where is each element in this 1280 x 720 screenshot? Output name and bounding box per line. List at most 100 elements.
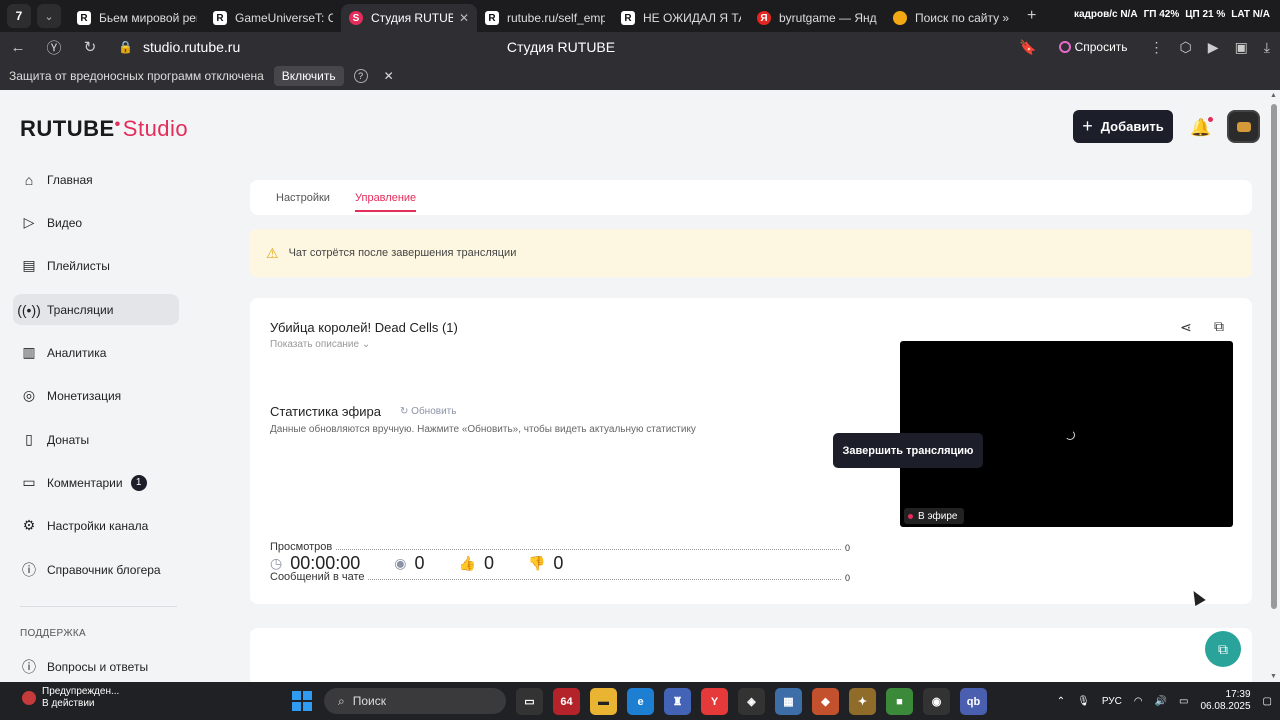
wifi-icon[interactable]: ◠ [1134, 696, 1143, 707]
sidebar-item-analytics[interactable]: ▥ Аналитика [13, 337, 179, 368]
scrollbar-thumb[interactable] [1271, 104, 1277, 609]
yandex-browser-icon[interactable]: Y [701, 688, 728, 715]
close-tab-icon[interactable]: ✕ [459, 11, 469, 25]
yandex-favicon-icon: Я [757, 11, 771, 25]
open-external-icon[interactable]: ⧉ [1214, 318, 1224, 335]
obs-icon[interactable]: ◉ [923, 688, 950, 715]
tab-settings[interactable]: Настройки [276, 192, 330, 204]
minecraft-icon[interactable]: ■ [886, 688, 913, 715]
tabs-menu-icon[interactable]: ⌄ [37, 4, 61, 28]
help-icon[interactable]: ? [353, 69, 368, 83]
browser-tab[interactable]: R НЕ ОЖИДАЛ Я ТАК [613, 4, 749, 32]
taskbar-search[interactable]: ⌕ Поиск [324, 688, 506, 714]
avatar[interactable] [1227, 110, 1260, 143]
lock-icon[interactable]: 🔒 [118, 40, 133, 54]
search-icon: ⌕ [338, 693, 345, 708]
media-icon[interactable]: ▶ [1208, 39, 1219, 56]
reload-icon[interactable]: ↻ [72, 38, 108, 56]
chevron-down-icon: ⌄ [361, 339, 371, 350]
game-icon[interactable]: ✦ [849, 688, 876, 715]
refresh-button[interactable]: ↻ Обновить [400, 406, 456, 417]
page-scrollbar[interactable]: ▲ ▼ [1268, 90, 1280, 682]
sidebar-item-monetization[interactable]: ◎ Монетизация [13, 380, 179, 411]
file-explorer-icon[interactable]: ▬ [590, 688, 617, 715]
more-icon[interactable]: ⋮ [1150, 39, 1164, 56]
scroll-down-icon[interactable]: ▼ [1270, 673, 1277, 680]
browser-tab[interactable]: R Бьем мировой реко [69, 4, 205, 32]
collections-icon[interactable]: ▣ [1235, 39, 1248, 56]
enable-protection-button[interactable]: Включить [273, 66, 344, 86]
tab-title: byrutgame — Яндек [779, 11, 877, 25]
pinned-app-icon[interactable]: 64 [553, 688, 580, 715]
notifications-bell-icon[interactable]: 🔔 [1190, 117, 1214, 138]
volume-icon[interactable]: 🔊 [1155, 696, 1167, 707]
tab-management[interactable]: Управление [355, 192, 417, 212]
steam-icon[interactable]: ◈ [738, 688, 765, 715]
new-tab-icon[interactable]: + [1027, 7, 1036, 25]
fps-stat: кадров/с N/A [1073, 9, 1138, 20]
donate-icon: ▯ [25, 431, 33, 447]
tab-title: Поиск по сайту » Ст [915, 11, 1013, 25]
chevron-up-icon[interactable]: ⌃ [1057, 696, 1065, 707]
battery-icon[interactable]: ▭ [1179, 696, 1188, 707]
browser-tab[interactable]: R rutube.ru/self_empl [477, 4, 613, 32]
extensions-icon[interactable]: ⬡ [1180, 39, 1192, 56]
app-badge[interactable]: 7 [7, 4, 31, 28]
sidebar-item-label: Аналитика [47, 345, 107, 360]
site-favicon-icon [893, 11, 907, 25]
browser-tab[interactable]: Я byrutgame — Яндек [749, 4, 885, 32]
bookmark-icon[interactable]: 🔖 [1019, 39, 1036, 56]
video-icon: ▷ [23, 214, 35, 230]
close-infobar-icon[interactable]: ✕ [384, 69, 394, 83]
browser-tab[interactable]: Поиск по сайту » Ст [885, 4, 1021, 32]
sidebar-item-label: Трансляции [47, 302, 114, 317]
notifications-icon[interactable]: ▢ [1263, 696, 1272, 707]
add-button[interactable]: + Добавить [1073, 110, 1173, 143]
back-icon[interactable]: ← [0, 39, 36, 56]
sidebar-item-donations[interactable]: ▯ Донаты [13, 424, 179, 455]
url-field[interactable]: studio.rutube.ru [143, 39, 240, 55]
end-stream-button[interactable]: Завершить трансляцию [833, 433, 983, 468]
windows-start-icon[interactable] [292, 691, 312, 711]
windows-taskbar: Предупрежден... В действии ⌕ Поиск ▭ 64 ▬… [0, 682, 1280, 720]
qbittorrent-icon[interactable]: qb [960, 688, 987, 715]
page-tabs: Настройки Управление [250, 180, 1252, 215]
sidebar-item-home[interactable]: ⌂ Главная [13, 164, 179, 195]
edge-icon[interactable]: e [627, 688, 654, 715]
sidebar-item-playlists[interactable]: ▤ Плейлисты [13, 250, 179, 281]
sidebar-item-label: Вопросы и ответы [47, 659, 149, 674]
security-notice[interactable]: Предупрежден... В действии [22, 686, 119, 710]
likes-metric: 👍 0 [459, 553, 494, 574]
sidebar-item-video[interactable]: ▷ Видео [13, 207, 179, 238]
sidebar-item-channel-settings[interactable]: ⚙ Настройки канала [13, 510, 179, 541]
clock[interactable]: 17:39 06.08.2025 [1200, 689, 1250, 713]
sidebar-item-label: Монетизация [47, 388, 122, 403]
downloads-icon[interactable]: ⤓ [1264, 39, 1270, 56]
logo-studio-text: Studio [122, 116, 189, 141]
rutube-studio-favicon-icon: S [349, 11, 363, 25]
browser-tab-active[interactable]: S Студия RUTUBE ✕ [341, 4, 477, 32]
calculator-icon[interactable]: ▦ [775, 688, 802, 715]
language-indicator[interactable]: РУС [1102, 696, 1122, 707]
ask-label: Спросить [1074, 40, 1128, 54]
ask-alice-button[interactable]: Спросить [1053, 40, 1134, 54]
app-icon[interactable]: ◆ [812, 688, 839, 715]
support-chat-button[interactable]: ⧉ [1205, 631, 1241, 667]
rutube-favicon-icon: R [77, 11, 91, 25]
scroll-up-icon[interactable]: ▲ [1270, 92, 1277, 99]
share-icon[interactable]: ⋖ [1180, 319, 1192, 336]
rutube-favicon-icon: R [485, 11, 499, 25]
mic-icon[interactable]: 🎙 [1077, 696, 1090, 707]
sidebar-item-faq[interactable]: ⓘ Вопросы и ответы [13, 651, 179, 682]
browser-tab[interactable]: R GameUniverseT: Ск [205, 4, 341, 32]
rutube-studio-logo[interactable]: RUTUBE•Studio [20, 116, 188, 142]
chat-icon: ⧉ [1218, 640, 1228, 657]
sidebar-item-broadcasts[interactable]: ((•)) Трансляции [13, 294, 179, 325]
shield-app-icon[interactable]: ♜ [664, 688, 691, 715]
warning-text: Чат сотрётся после завершения трансляции [288, 247, 517, 259]
yandex-button-icon[interactable]: Ⓨ [36, 37, 72, 58]
sidebar-item-blogger-guide[interactable]: ⓘ Справочник блогера [13, 554, 179, 585]
task-view-icon[interactable]: ▭ [516, 688, 543, 715]
sidebar-item-comments[interactable]: ▭ Комментарии 1 [13, 467, 179, 498]
show-description-link[interactable]: Показать описание ⌄ [270, 339, 370, 350]
